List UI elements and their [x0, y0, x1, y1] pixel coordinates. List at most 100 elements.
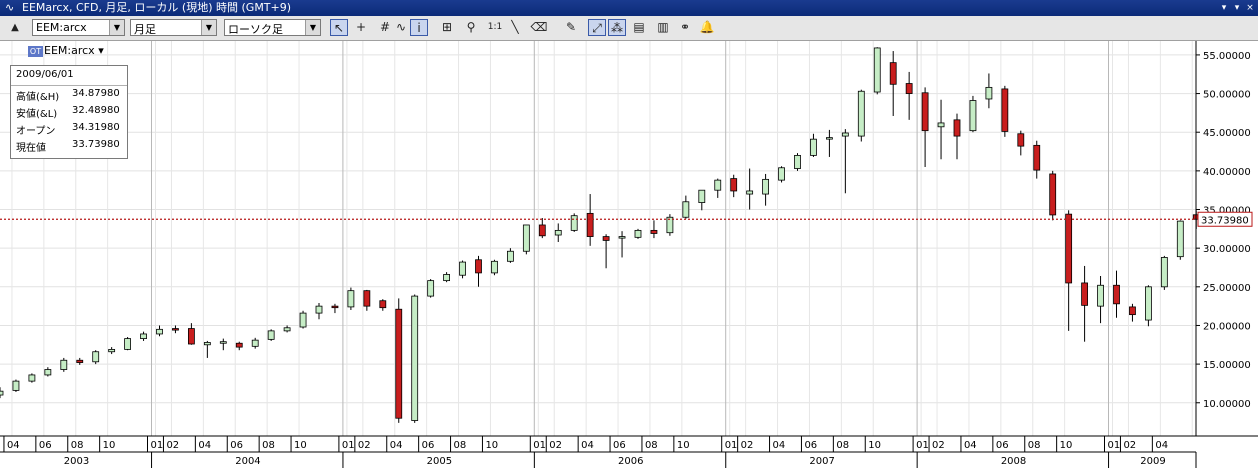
- export-button[interactable]: ▥: [654, 19, 672, 36]
- eraser-tool-button[interactable]: ⌫: [530, 19, 548, 36]
- candle-up[interactable]: [459, 261, 466, 276]
- candle-down[interactable]: [379, 300, 387, 309]
- candle-up[interactable]: [873, 47, 881, 93]
- data-window-button[interactable]: ⊞: [438, 19, 456, 36]
- candle-up[interactable]: [985, 86, 993, 100]
- symbol-select[interactable]: EEM:arcx ▼: [32, 19, 125, 36]
- candle-up[interactable]: [522, 224, 530, 252]
- candle-down[interactable]: [76, 359, 84, 363]
- candle-up[interactable]: [411, 295, 419, 421]
- candle-up[interactable]: [969, 100, 977, 132]
- candle-up[interactable]: [491, 260, 498, 274]
- candle-up[interactable]: [315, 305, 323, 314]
- candle-up[interactable]: [937, 122, 945, 128]
- candle-down[interactable]: [921, 92, 929, 132]
- dropdown-arrow-icon[interactable]: ▾: [98, 44, 104, 57]
- candle-up[interactable]: [0, 390, 4, 396]
- cursor-tool-button[interactable]: ↖: [330, 19, 348, 36]
- candle-up[interactable]: [1097, 284, 1104, 307]
- candle-down[interactable]: [650, 229, 658, 234]
- candle-up[interactable]: [1160, 257, 1168, 288]
- candle-down[interactable]: [953, 119, 961, 137]
- candle-up[interactable]: [634, 229, 642, 238]
- charttype-select[interactable]: ローソク足 ▼: [224, 19, 321, 36]
- template-button[interactable]: ▤: [630, 19, 648, 36]
- candle-up[interactable]: [698, 189, 706, 203]
- candle-up[interactable]: [810, 138, 817, 156]
- candle-down[interactable]: [586, 212, 594, 237]
- chevron-down-icon[interactable]: ▼: [305, 20, 320, 35]
- candle-down[interactable]: [730, 178, 738, 192]
- candle-up[interactable]: [203, 342, 211, 346]
- candle-down[interactable]: [538, 224, 546, 237]
- candle-up[interactable]: [299, 312, 307, 328]
- candle-up[interactable]: [778, 167, 785, 181]
- alert-button[interactable]: 🔔: [698, 19, 716, 36]
- close-button[interactable]: ×: [1244, 2, 1256, 14]
- chevron-down-icon[interactable]: ▼: [109, 20, 124, 35]
- candle-down[interactable]: [889, 62, 897, 85]
- candle-up[interactable]: [506, 250, 514, 262]
- autoscale-button[interactable]: ⤢: [588, 19, 606, 36]
- candle-up[interactable]: [124, 338, 131, 350]
- symbol-tag[interactable]: OT EEM:arcx ▾: [28, 44, 104, 57]
- candle-up[interactable]: [219, 341, 227, 344]
- candle-up[interactable]: [794, 155, 801, 169]
- info-tool-button[interactable]: i: [410, 19, 428, 36]
- candle-up[interactable]: [554, 229, 562, 236]
- candle-down[interactable]: [1129, 306, 1136, 316]
- candle-down[interactable]: [1049, 173, 1057, 216]
- zoom-reset-button[interactable]: 1:1: [486, 19, 504, 36]
- candle-up[interactable]: [841, 132, 849, 137]
- timeframe-select[interactable]: 月足 ▼: [130, 19, 217, 36]
- chevron-down-icon[interactable]: ▼: [201, 20, 216, 35]
- candle-down[interactable]: [1033, 144, 1041, 171]
- minimize-button[interactable]: ▾: [1218, 2, 1230, 14]
- link-button[interactable]: ⚭: [676, 19, 694, 36]
- candle-down[interactable]: [1081, 282, 1088, 306]
- collapse-arrow-icon[interactable]: ▲: [6, 19, 24, 36]
- candle-up[interactable]: [140, 333, 147, 340]
- candle-up[interactable]: [682, 201, 690, 218]
- candle-down[interactable]: [1065, 213, 1073, 284]
- candle-up[interactable]: [746, 190, 754, 195]
- candle-up[interactable]: [857, 90, 865, 137]
- candle-up[interactable]: [156, 328, 163, 335]
- candle-down[interactable]: [602, 236, 610, 241]
- candle-down[interactable]: [187, 328, 195, 345]
- candle-down[interactable]: [172, 328, 179, 331]
- candle-up[interactable]: [347, 290, 355, 308]
- candle-up[interactable]: [1176, 220, 1184, 258]
- candle-up[interactable]: [618, 236, 626, 239]
- candle-up[interactable]: [1145, 286, 1152, 321]
- candle-up[interactable]: [108, 349, 116, 353]
- candle-up[interactable]: [283, 327, 291, 332]
- chart-area[interactable]: 55.00000 50.00000 45.00000 40.00000 35.00000…: [0, 41, 1258, 468]
- candle-down[interactable]: [395, 308, 403, 419]
- candle-down[interactable]: [331, 305, 339, 309]
- candle-down[interactable]: [363, 290, 371, 307]
- restore-button[interactable]: ▾: [1231, 2, 1243, 14]
- candle-up[interactable]: [44, 369, 52, 376]
- candle-up[interactable]: [443, 274, 451, 282]
- candle-down[interactable]: [1113, 284, 1120, 305]
- candle-down[interactable]: [905, 83, 913, 94]
- candle-up[interactable]: [762, 178, 769, 195]
- candle-down[interactable]: [235, 342, 243, 348]
- crosshair-tool-button[interactable]: +: [352, 19, 370, 36]
- candle-up[interactable]: [251, 339, 259, 347]
- candle-up[interactable]: [427, 280, 435, 297]
- candle-up[interactable]: [92, 351, 100, 363]
- candle-down[interactable]: [1001, 88, 1009, 132]
- candle-down[interactable]: [475, 259, 482, 274]
- candle-down[interactable]: [1017, 133, 1025, 147]
- candle-up[interactable]: [570, 215, 578, 231]
- indicator-tool-button[interactable]: ∿: [392, 19, 410, 36]
- compare-button[interactable]: ⁂: [608, 19, 626, 36]
- zoom-tool-button[interactable]: ⚲: [462, 19, 480, 36]
- line-tool-button[interactable]: ╲: [506, 19, 524, 36]
- erase-all-button[interactable]: ✎: [562, 19, 580, 36]
- candle-up[interactable]: [714, 179, 722, 191]
- candle-up[interactable]: [28, 374, 36, 382]
- candle-up[interactable]: [826, 137, 833, 140]
